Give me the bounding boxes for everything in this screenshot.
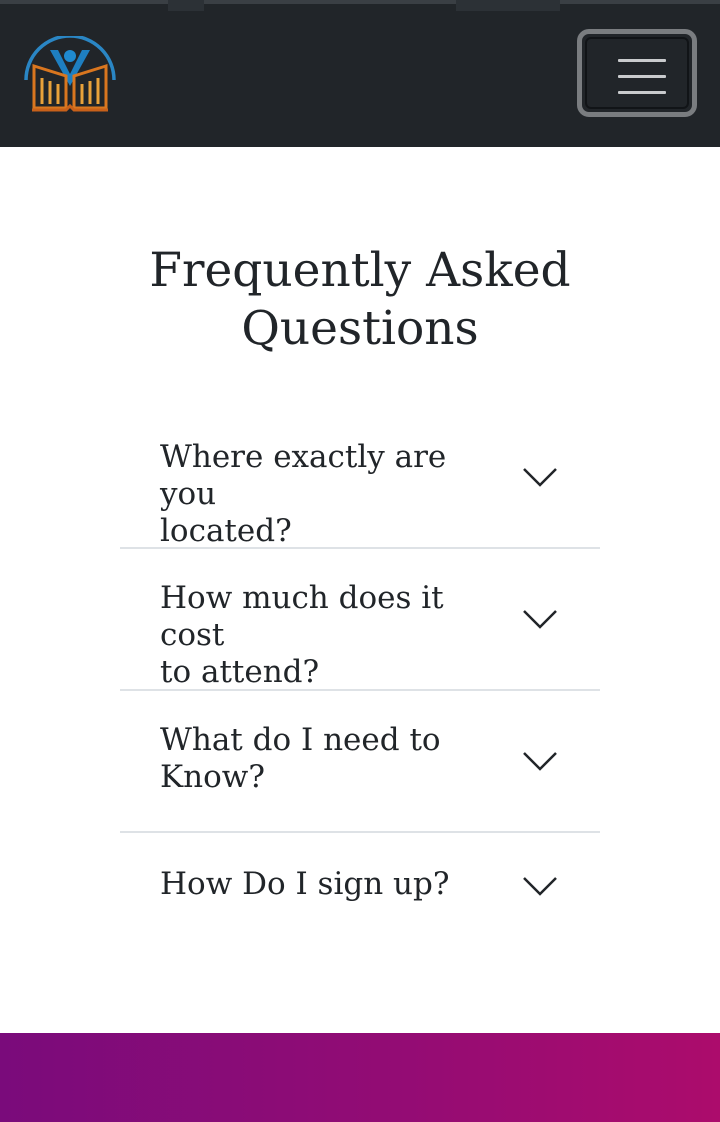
faq-title: Frequently Asked Questions [149, 243, 571, 356]
faq-question-line: Where exactly are you [160, 439, 447, 512]
chevron-down-icon[interactable] [523, 467, 557, 487]
faq-question-line: to attend? [160, 654, 320, 690]
faq-item-signup[interactable]: How Do I sign up? [120, 833, 600, 943]
navbar [0, 0, 720, 147]
menu-toggle-inner-border [585, 37, 689, 109]
faq-question: How much does it cost to attend? [160, 580, 510, 691]
faq-question-line: Know? [160, 759, 265, 795]
menu-toggle-button[interactable] [577, 29, 697, 117]
faq-question-line: How Do I sign up? [160, 866, 450, 902]
footer-gradient-band [0, 1033, 720, 1122]
hamburger-bar [618, 59, 666, 62]
navbar-tab-indicator [456, 0, 560, 11]
faq-question-line: What do I need to [160, 722, 441, 758]
faq-item-requirements[interactable]: What do I need to Know? [120, 691, 600, 833]
faq-question-line: How much does it cost [160, 580, 444, 653]
chevron-down-icon[interactable] [523, 876, 557, 896]
hamburger-bar [618, 75, 666, 78]
navbar-top-border [0, 0, 720, 4]
faq-question: What do I need to Know? [160, 722, 510, 796]
faq-item-location[interactable]: Where exactly are you located? [120, 410, 600, 549]
faq-question: Where exactly are you located? [160, 439, 510, 550]
faq-question-line: located? [160, 513, 292, 549]
hamburger-bar [618, 91, 666, 94]
faq-accordion: Where exactly are you located? How much … [120, 410, 600, 943]
chevron-down-icon[interactable] [523, 751, 557, 771]
faq-item-cost[interactable]: How much does it cost to attend? [120, 549, 600, 691]
navbar-tab-indicator [168, 0, 204, 11]
faq-question: How Do I sign up? [160, 866, 510, 903]
book-person-logo-icon[interactable] [22, 36, 118, 112]
chevron-down-icon[interactable] [523, 609, 557, 629]
